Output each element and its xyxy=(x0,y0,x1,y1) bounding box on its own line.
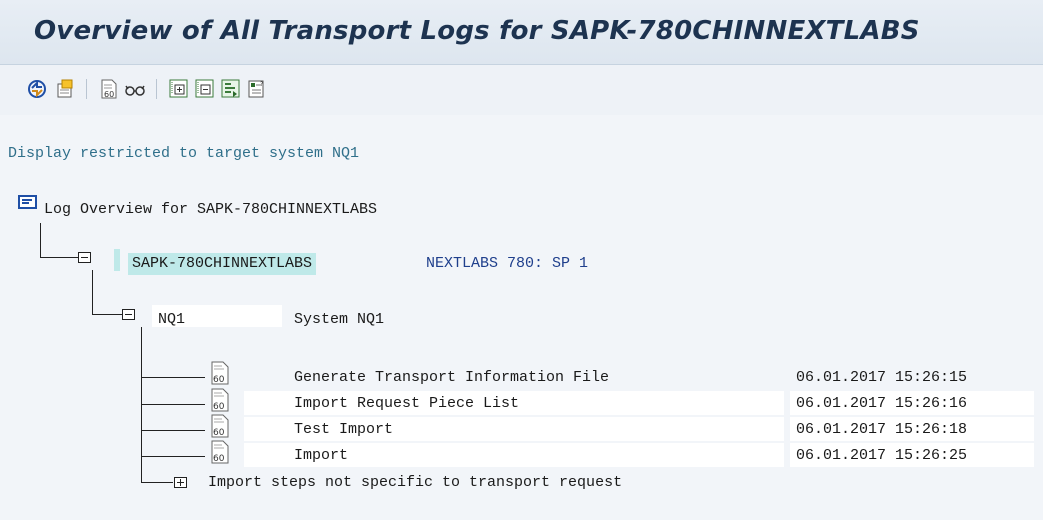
selection-marker xyxy=(114,249,120,271)
title-bar: Overview of All Transport Logs for SAPK-… xyxy=(0,0,1043,65)
step-log-icon[interactable]: 60 xyxy=(210,414,230,438)
expand-subtree-icon[interactable] xyxy=(220,78,242,100)
legend-icon[interactable]: ? xyxy=(246,78,268,100)
expand-icon[interactable] xyxy=(168,78,190,100)
toolbar-separator xyxy=(86,79,87,99)
tree-connector xyxy=(141,456,205,457)
tree-connector xyxy=(141,430,205,431)
system-name[interactable]: NQ1 xyxy=(158,311,185,329)
glasses-icon[interactable] xyxy=(124,78,146,100)
step-log-icon[interactable]: 60 xyxy=(210,361,230,385)
refresh-icon[interactable] xyxy=(26,78,48,100)
tree-connector xyxy=(40,223,41,257)
log-overview-area: Display restricted to target system NQ1 … xyxy=(0,115,1043,520)
transport-request-name[interactable]: SAPK-780CHINNEXTLABS xyxy=(128,253,317,275)
tree-root-label[interactable]: Log Overview for SAPK-780CHINNEXTLABS xyxy=(44,201,377,219)
step-label[interactable]: Import Request Piece List xyxy=(294,395,519,413)
step-timestamp: 06.01.2017 15:26:15 xyxy=(796,369,968,386)
other-steps-label[interactable]: Import steps not specific to transport r… xyxy=(208,474,622,492)
collapse-node-icon[interactable] xyxy=(78,252,91,263)
tree-connector xyxy=(92,314,122,315)
svg-text:60: 60 xyxy=(213,428,225,438)
svg-text:?: ? xyxy=(260,81,263,88)
step-label[interactable]: Import xyxy=(294,447,348,465)
toolbar-separator xyxy=(156,79,157,99)
tree-connector xyxy=(40,257,78,258)
tree-connector xyxy=(141,482,173,483)
step-timestamp: 06.01.2017 15:26:16 xyxy=(796,395,968,412)
step-log-icon[interactable]: 60 xyxy=(210,388,230,412)
restriction-note: Display restricted to target system NQ1 xyxy=(8,145,360,162)
tree-connector xyxy=(141,404,205,405)
tree-connector xyxy=(141,377,205,378)
export-icon[interactable] xyxy=(54,78,76,100)
collapse-node-icon[interactable] xyxy=(122,309,135,320)
application-toolbar: 60 ? xyxy=(0,65,1043,115)
step-label[interactable]: Test Import xyxy=(294,421,393,439)
step-log-icon[interactable]: 60 xyxy=(210,440,230,464)
step-timestamp: 06.01.2017 15:26:18 xyxy=(796,421,968,438)
collapse-icon[interactable] xyxy=(194,78,216,100)
svg-text:60: 60 xyxy=(213,402,225,412)
svg-text:60: 60 xyxy=(104,90,114,99)
expand-node-icon[interactable] xyxy=(174,477,187,488)
display-log-icon[interactable]: 60 xyxy=(98,78,120,100)
svg-text:60: 60 xyxy=(213,454,225,464)
step-timestamp: 06.01.2017 15:26:25 xyxy=(796,447,968,464)
system-description: System NQ1 xyxy=(294,311,385,328)
svg-text:60: 60 xyxy=(213,375,225,385)
tree-connector xyxy=(92,270,93,314)
page-title: Overview of All Transport Logs for SAPK-… xyxy=(34,16,920,46)
step-label[interactable]: Generate Transport Information File xyxy=(294,369,609,387)
log-overview-icon xyxy=(18,195,40,211)
transport-request-description: NEXTLABS 780: SP 1 xyxy=(426,255,589,272)
